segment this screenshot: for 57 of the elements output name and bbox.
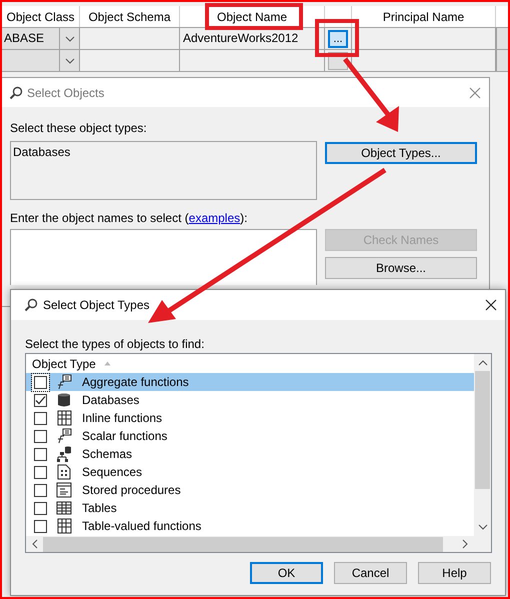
column-header[interactable]: Object Schema	[88, 8, 171, 26]
vertical-scrollbar[interactable]	[474, 354, 491, 536]
list-item-label: Schemas	[82, 446, 132, 463]
examples-link[interactable]: examples	[188, 211, 240, 225]
window-title: Select Object Types	[43, 297, 150, 314]
list-item-label: Scalar functions	[82, 428, 168, 445]
schema-icon	[56, 446, 72, 462]
table-icon	[56, 500, 72, 516]
highlight-box	[315, 19, 359, 57]
search-icon	[9, 86, 23, 100]
document-icon	[56, 464, 72, 480]
list-item-label: Stored procedures	[82, 482, 181, 499]
object-types-button[interactable]: Object Types...	[325, 142, 477, 164]
checkbox[interactable]	[34, 520, 47, 532]
column-header[interactable]: Object Class	[6, 8, 75, 26]
checkbox[interactable]	[34, 394, 47, 406]
function-icon	[56, 374, 72, 390]
field-label: Select the types of objects to find:	[25, 337, 204, 351]
sort-icon	[104, 361, 111, 366]
ellipsis-button[interactable]: ...	[328, 30, 348, 48]
checkbox[interactable]	[34, 376, 47, 388]
checkbox[interactable]	[34, 448, 47, 460]
horizontal-scrollbar[interactable]	[26, 536, 491, 552]
list-row[interactable]: Aggregate functions	[26, 373, 474, 391]
list-item-label: Databases	[82, 392, 140, 409]
search-icon	[24, 298, 38, 312]
dialog-button[interactable]: Help	[418, 562, 491, 584]
list-item-label: Sequences	[82, 464, 142, 481]
list-icon	[56, 482, 72, 498]
database-icon	[56, 392, 72, 408]
table-cell: AdventureWorks2012	[180, 28, 325, 49]
list-item-label: Inline functions	[82, 410, 162, 427]
column-header[interactable]: Principal Name	[382, 8, 464, 26]
dialog-button[interactable]: Cancel	[334, 562, 407, 584]
column-header[interactable]: Object Type	[32, 354, 96, 372]
column-header[interactable]: Object Name	[216, 8, 288, 26]
dropdown-cell[interactable]: ABASE	[2, 28, 80, 49]
list-item-label: Aggregate functions	[82, 374, 189, 391]
field-value: Databases	[13, 145, 70, 159]
close-icon[interactable]	[485, 299, 497, 311]
dropdown-cell[interactable]	[2, 50, 80, 71]
function-icon	[56, 428, 72, 444]
list-item-label: Table-valued functions	[82, 518, 202, 535]
checkbox[interactable]	[34, 484, 47, 496]
window-title: Select Objects	[27, 84, 104, 102]
checkbox[interactable]	[34, 502, 47, 514]
grid-icon	[56, 518, 72, 534]
grid-icon	[56, 410, 72, 426]
field-label: Enter the object names to select (examples):	[10, 211, 248, 226]
checkbox[interactable]	[34, 430, 47, 442]
dialog-button[interactable]: Browse...	[325, 257, 477, 279]
names-input[interactable]	[10, 229, 317, 285]
checkbox[interactable]	[34, 466, 47, 478]
dialog-button[interactable]: OK	[250, 562, 323, 584]
field-label: Select these object types:	[10, 121, 147, 136]
checkbox[interactable]	[34, 412, 47, 424]
list-item-label: Tables	[82, 500, 117, 517]
